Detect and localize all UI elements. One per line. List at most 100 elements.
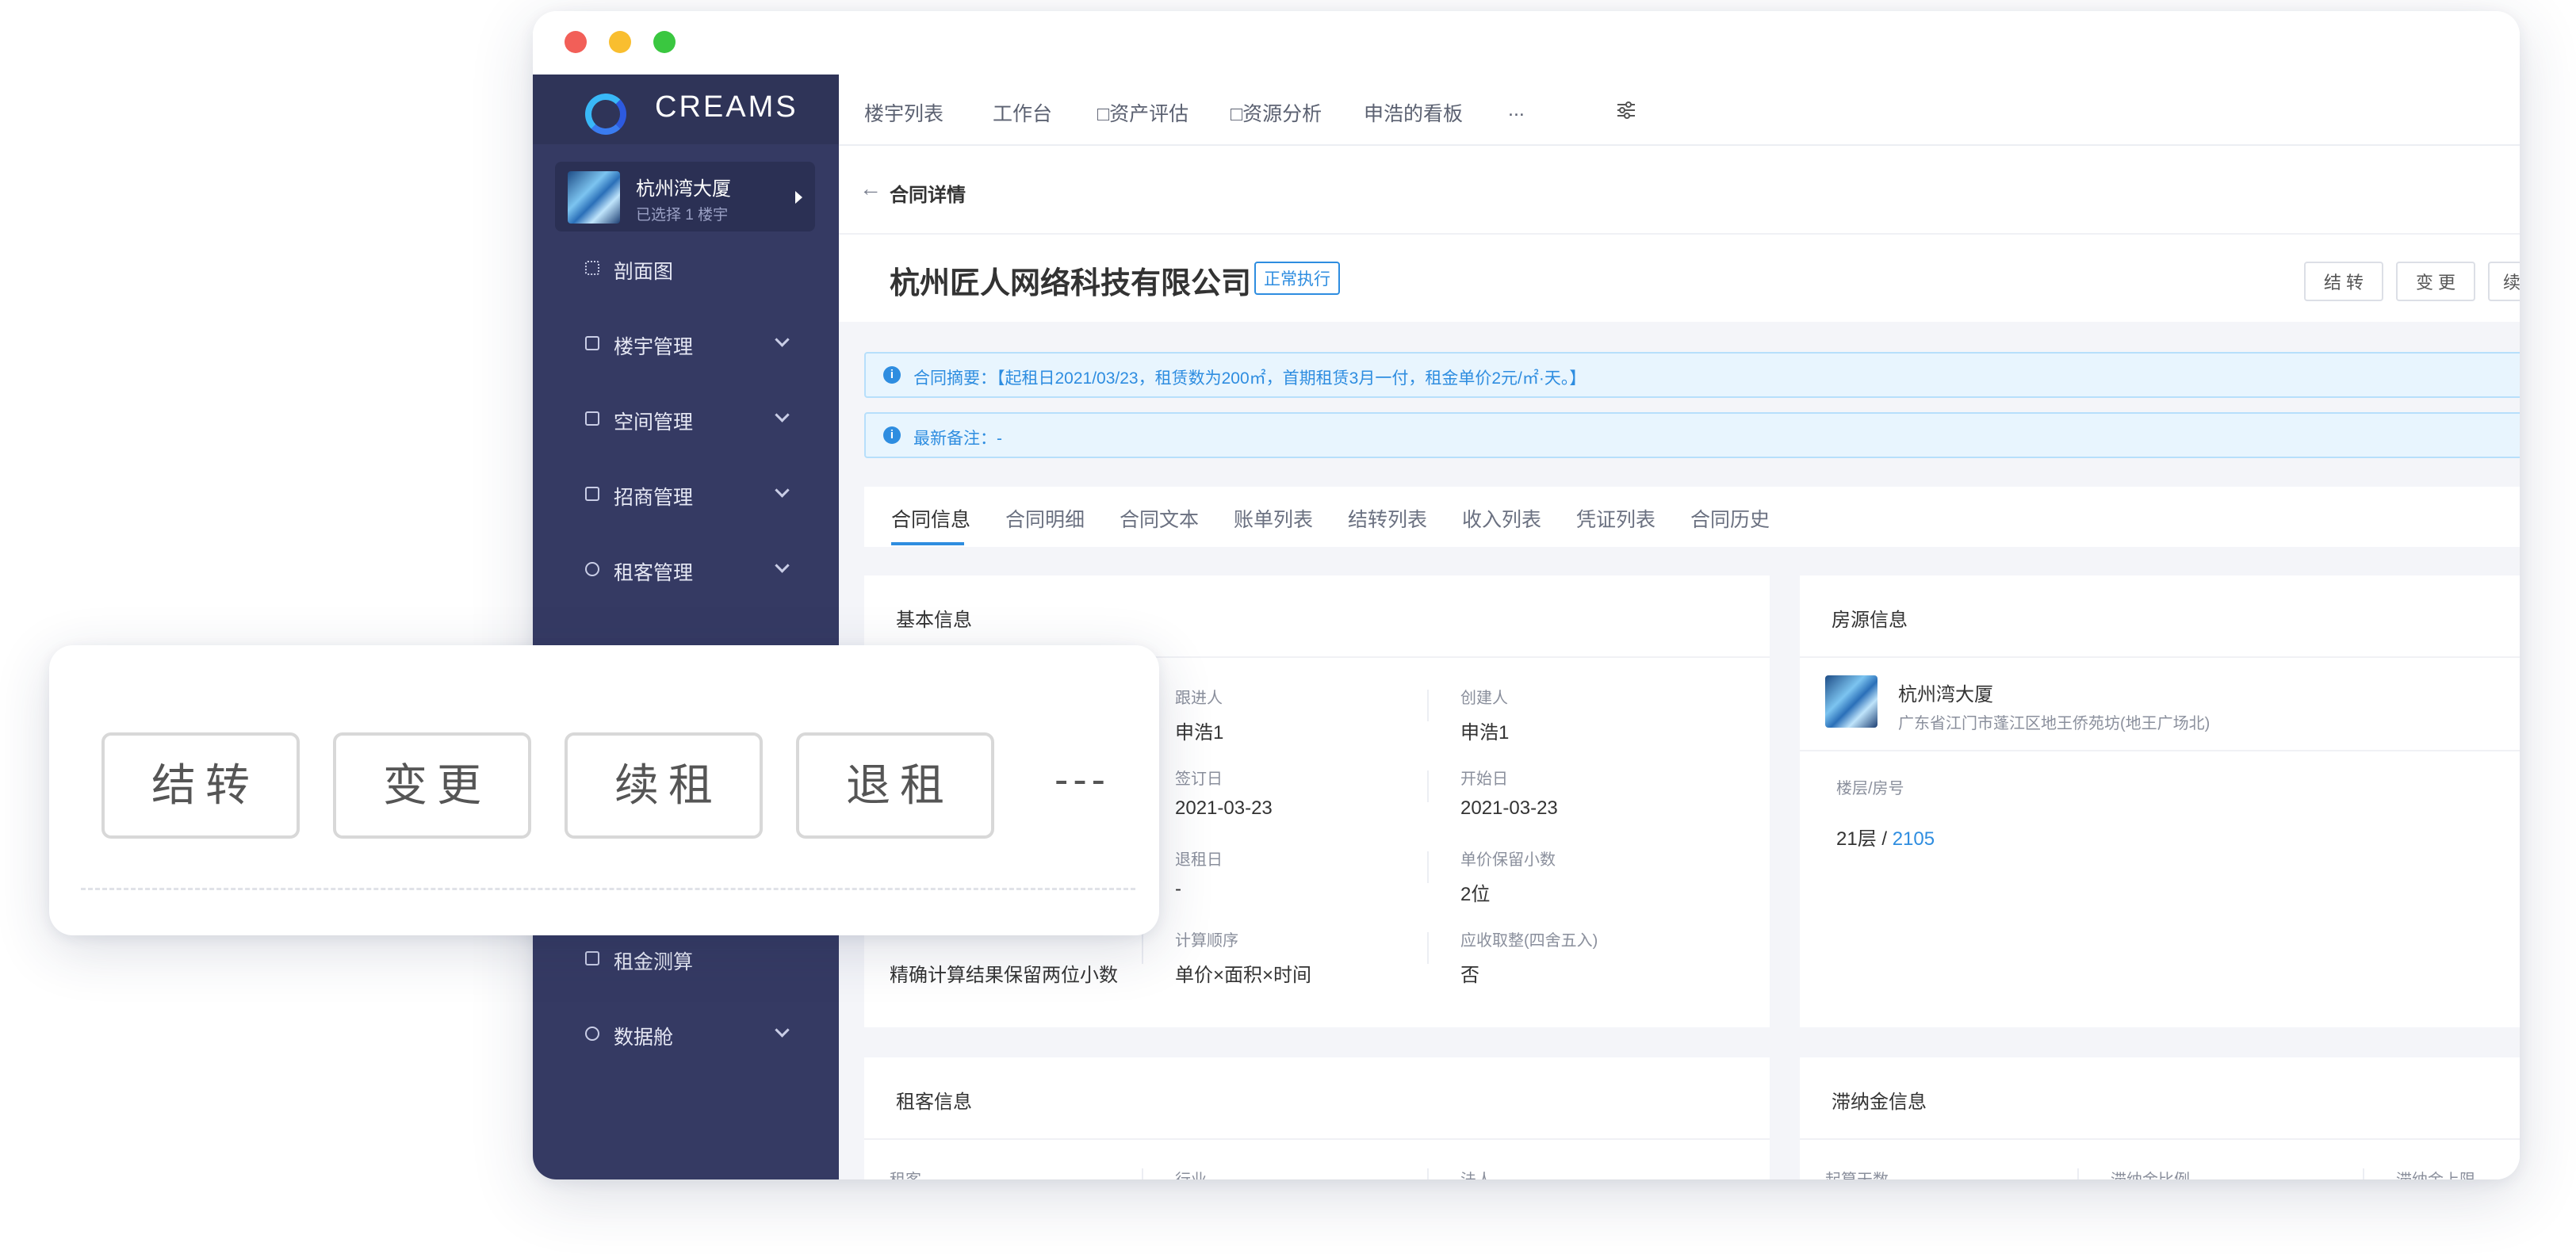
field-label: 滞纳金上限 [2396, 1167, 2475, 1179]
tab-contract-info[interactable]: 合同信息 [891, 504, 970, 533]
field-label: 签订日 [1175, 770, 1223, 788]
topnav-item-building-list[interactable]: 楼宇列表 [864, 98, 944, 127]
room-link[interactable]: 2105 [1893, 828, 1935, 850]
carry-over-large-button[interactable]: 结转 [101, 732, 300, 839]
info-icon: i [883, 366, 901, 384]
sidebar-item-label: 招商管理 [614, 487, 694, 509]
divider [1142, 1168, 1143, 1179]
card-title: 基本信息 [896, 610, 972, 631]
topnav-item-workbench[interactable]: 工作台 [993, 98, 1052, 127]
tenant-info-card: 租客信息 租客 行业 法人 [864, 1057, 1770, 1179]
field-label: 应收取整(四舍五入) [1460, 932, 1598, 950]
topnav-item-more[interactable]: ... [1508, 98, 1525, 121]
floor-room-value: 21层 / 2105 [1836, 823, 1935, 851]
field-label: 滞纳金比例 [2111, 1167, 2190, 1179]
field-value: 否 [1460, 965, 1479, 986]
tab-contract-history[interactable]: 合同历史 [1690, 504, 1770, 533]
status-badge: 正常执行 [1254, 262, 1340, 295]
user-icon [585, 562, 599, 576]
divider [864, 1138, 1770, 1140]
sidebar-item-tenant[interactable]: 租客管理 [533, 546, 839, 594]
building-thumbnail [568, 171, 620, 224]
field-label: 退租日 [1175, 851, 1223, 869]
maximize-window-button[interactable] [653, 31, 676, 53]
minimize-window-button[interactable] [609, 31, 631, 53]
tab-contract-detail[interactable]: 合同明细 [1005, 504, 1085, 533]
more-actions-button[interactable]: --- [1055, 756, 1110, 804]
logo-icon [585, 94, 626, 135]
alert-text: 最新备注：- [913, 430, 1002, 448]
renew-button[interactable]: 续 [2488, 262, 2520, 301]
layout-icon [585, 411, 599, 426]
tab-contract-text[interactable]: 合同文本 [1120, 504, 1199, 533]
terminate-large-button[interactable]: 退租 [796, 732, 994, 839]
project-selector[interactable]: 杭州湾大厦 已选择 1 楼宇 [555, 162, 815, 231]
field-value: 单价×面积×时间 [1175, 965, 1312, 986]
sidebar: CREAMS 杭州湾大厦 已选择 1 楼宇 剖面图 楼宇管理 空间管理 招商管理 [533, 75, 839, 1179]
sidebar-item-space[interactable]: 空间管理 [533, 396, 839, 443]
sidebar-item-rent-calc[interactable]: 租金测算 [533, 935, 839, 983]
project-name: 杭州湾大厦 [636, 178, 731, 200]
renew-large-button[interactable]: 续租 [565, 732, 763, 839]
divider [1427, 770, 1429, 802]
info-icon: i [883, 426, 901, 444]
field-label: 起算天数 [1825, 1167, 1889, 1179]
field-label: 跟进人 [1175, 690, 1223, 707]
change-button[interactable]: 变 更 [2396, 262, 2475, 301]
field-value: 精确计算结果保留两位小数 [890, 965, 1118, 986]
calculator-icon [585, 951, 599, 965]
field-label: 楼层/房号 [1836, 780, 1904, 797]
field-label: 法人 [1460, 1167, 1492, 1179]
grid-icon [585, 261, 599, 275]
carry-over-button[interactable]: 结 转 [2304, 262, 2383, 301]
topnav-item-resource-analysis[interactable]: □资源分析 [1231, 98, 1322, 127]
app-window: CREAMS 杭州湾大厦 已选择 1 楼宇 剖面图 楼宇管理 空间管理 招商管理 [533, 11, 2520, 1179]
sidebar-item-label: 剖面图 [614, 261, 674, 283]
floor-text: 21层 / [1836, 828, 1893, 850]
top-nav: 楼宇列表 工作台 □资产评估 □资源分析 申浩的看板 ... [839, 75, 2520, 146]
tab-voucher-list[interactable]: 凭证列表 [1576, 504, 1655, 533]
contract-tabs: 合同信息 合同明细 合同文本 账单列表 结转列表 收入列表 凭证列表 合同历史 [864, 487, 2520, 547]
contract-title-bar: 杭州匠人网络科技有限公司 正常执行 结 转 变 更 续 [839, 235, 2520, 322]
sidebar-item-leasing[interactable]: 招商管理 [533, 471, 839, 518]
chevron-down-icon [775, 483, 790, 498]
sidebar-item-building[interactable]: 楼宇管理 [533, 320, 839, 368]
tab-bill-list[interactable]: 账单列表 [1234, 504, 1313, 533]
chevron-down-icon [775, 332, 790, 347]
topnav-item-dashboard[interactable]: 申浩的看板 [1364, 98, 1463, 127]
card-title: 租客信息 [896, 1092, 972, 1113]
sidebar-item-label: 空间管理 [614, 411, 694, 434]
enter-icon [585, 487, 599, 501]
change-large-button[interactable]: 变更 [333, 732, 531, 839]
dashboard-icon [585, 1027, 599, 1041]
tab-carry-list[interactable]: 结转列表 [1348, 504, 1427, 533]
brand-name: CREAMS [655, 90, 798, 124]
window-titlebar [533, 11, 2520, 75]
action-buttons-panel: 结转 变更 续租 退租 --- [49, 645, 1159, 935]
field-label: 行业 [1175, 1167, 1207, 1179]
topnav-item-asset-eval[interactable]: □资产评估 [1097, 98, 1188, 127]
field-value: 2位 [1460, 884, 1491, 905]
contract-summary-alert: i 合同摘要：【起租日2021/03/23，租赁数为200㎡，首期租赁3月一付，… [864, 352, 2520, 398]
sidebar-item-data-cabin[interactable]: 数据舱 [533, 1011, 839, 1058]
field-value: 申浩1 [1460, 722, 1510, 744]
close-window-button[interactable] [565, 31, 587, 53]
subheader: ← 合同详情 [839, 146, 2520, 235]
field-label: 创建人 [1460, 690, 1508, 707]
field-value: 2021-03-23 [1175, 797, 1273, 819]
filter-settings-icon[interactable] [1616, 100, 1636, 120]
tab-income-list[interactable]: 收入列表 [1462, 504, 1541, 533]
back-arrow-icon[interactable]: ← [859, 176, 882, 201]
divider [1800, 656, 2520, 658]
breadcrumb: 合同详情 [890, 185, 966, 206]
property-info-card: 房源信息 杭州湾大厦 广东省江门市蓬江区地王侨苑坊(地王广场北) 楼层/房号 2… [1800, 575, 2520, 1027]
sidebar-item-label: 租金测算 [614, 951, 694, 973]
sidebar-item-section-view[interactable]: 剖面图 [533, 245, 839, 292]
building-icon [585, 336, 599, 350]
building-thumbnail [1825, 675, 1877, 728]
project-subtitle: 已选择 1 楼宇 [636, 207, 729, 224]
sidebar-item-label: 租客管理 [614, 562, 694, 584]
field-label: 计算顺序 [1175, 932, 1238, 950]
card-title: 滞纳金信息 [1832, 1092, 1927, 1113]
page-title: 杭州匠人网络科技有限公司 [890, 267, 1252, 300]
